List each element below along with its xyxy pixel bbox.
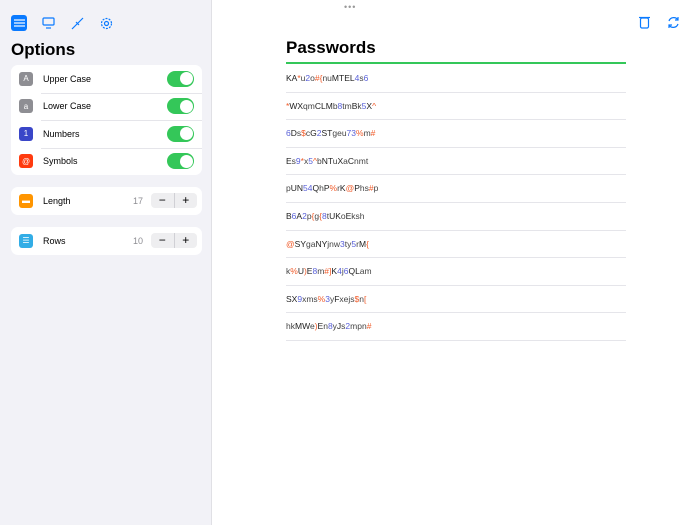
title-underline bbox=[286, 62, 626, 64]
options-title: Options bbox=[11, 40, 76, 59]
gear-icon[interactable] bbox=[98, 15, 114, 31]
length-value: 17 bbox=[132, 195, 143, 206]
option-row: 1 Numbers bbox=[11, 120, 202, 148]
rows-label: Rows bbox=[43, 235, 66, 246]
password-row[interactable]: k%U)E8m#]K4j6QLam bbox=[286, 258, 626, 286]
option-row: a Lower Case bbox=[11, 92, 202, 121]
decrement-button[interactable]: − bbox=[151, 193, 174, 208]
sliders-icon[interactable] bbox=[11, 15, 27, 31]
option-icon: @ bbox=[19, 154, 33, 169]
trash-icon[interactable] bbox=[639, 16, 650, 34]
password-row[interactable]: hkMWe)En8yJs2mpn# bbox=[286, 313, 626, 341]
list-icon: ☰ bbox=[19, 233, 33, 248]
option-icon: a bbox=[19, 99, 33, 114]
password-row[interactable]: 6Ds$cG2STgeu73%m# bbox=[286, 120, 626, 148]
option-label: Symbols bbox=[43, 156, 78, 167]
option-icon: 1 bbox=[19, 126, 33, 141]
option-icon: A bbox=[19, 71, 33, 86]
rows-value: 10 bbox=[132, 235, 143, 246]
password-row[interactable]: Es9*x5^bNTuXaCnmt bbox=[286, 148, 626, 176]
option-row: @ Symbols bbox=[11, 147, 202, 176]
paintbrush-icon[interactable] bbox=[69, 15, 85, 31]
password-row[interactable]: SX9xms%3yFxejs$n[ bbox=[286, 286, 626, 314]
password-row[interactable]: *WXqmCLMb8tmBk5X^ bbox=[286, 93, 626, 121]
increment-button[interactable]: + bbox=[173, 193, 198, 209]
display-icon[interactable] bbox=[40, 15, 56, 31]
length-setting: ▬ Length 17− + bbox=[11, 187, 202, 215]
password-row[interactable]: KA*u2o#{nuMTEL4s6 bbox=[286, 65, 626, 93]
sidebar: Options A Upper Case a Lower Case 1 Numbers @ S… bbox=[0, 0, 212, 525]
length-label: Length bbox=[43, 195, 71, 206]
passwords-title: Passwords bbox=[286, 38, 376, 57]
password-row[interactable]: B6A2p{g{8tUKoEksh bbox=[286, 203, 626, 231]
option-toggle[interactable] bbox=[167, 125, 194, 142]
ruler-icon: ▬ bbox=[19, 193, 33, 208]
password-row[interactable]: pUN54QhP%rK@Phs#p bbox=[286, 175, 626, 203]
refresh-icon[interactable] bbox=[667, 16, 680, 34]
option-label: Upper Case bbox=[43, 73, 92, 84]
rows-setting: ☰ Rows 10− + bbox=[11, 227, 202, 255]
option-toggle[interactable] bbox=[167, 153, 194, 170]
password-list: KA*u2o#{nuMTEL4s6 *WXqmCLMb8tmBk5X^ 6Ds$cG… bbox=[286, 65, 626, 341]
more-handle[interactable]: ••• bbox=[344, 2, 356, 12]
option-label: Lower Case bbox=[43, 101, 92, 112]
option-toggle[interactable] bbox=[167, 70, 194, 87]
option-label: Numbers bbox=[43, 128, 80, 139]
decrement-button[interactable]: − bbox=[151, 233, 174, 248]
option-toggle[interactable] bbox=[167, 98, 194, 115]
increment-button[interactable]: + bbox=[173, 233, 198, 249]
password-row[interactable]: @SYgaNYjnw3ty5rM{ bbox=[286, 231, 626, 259]
length-stepper[interactable]: − + bbox=[151, 193, 198, 209]
character-options: A Upper Case a Lower Case 1 Numbers @ Symbols bbox=[11, 65, 202, 175]
option-row: A Upper Case bbox=[11, 65, 202, 93]
rows-stepper[interactable]: − + bbox=[151, 233, 198, 249]
